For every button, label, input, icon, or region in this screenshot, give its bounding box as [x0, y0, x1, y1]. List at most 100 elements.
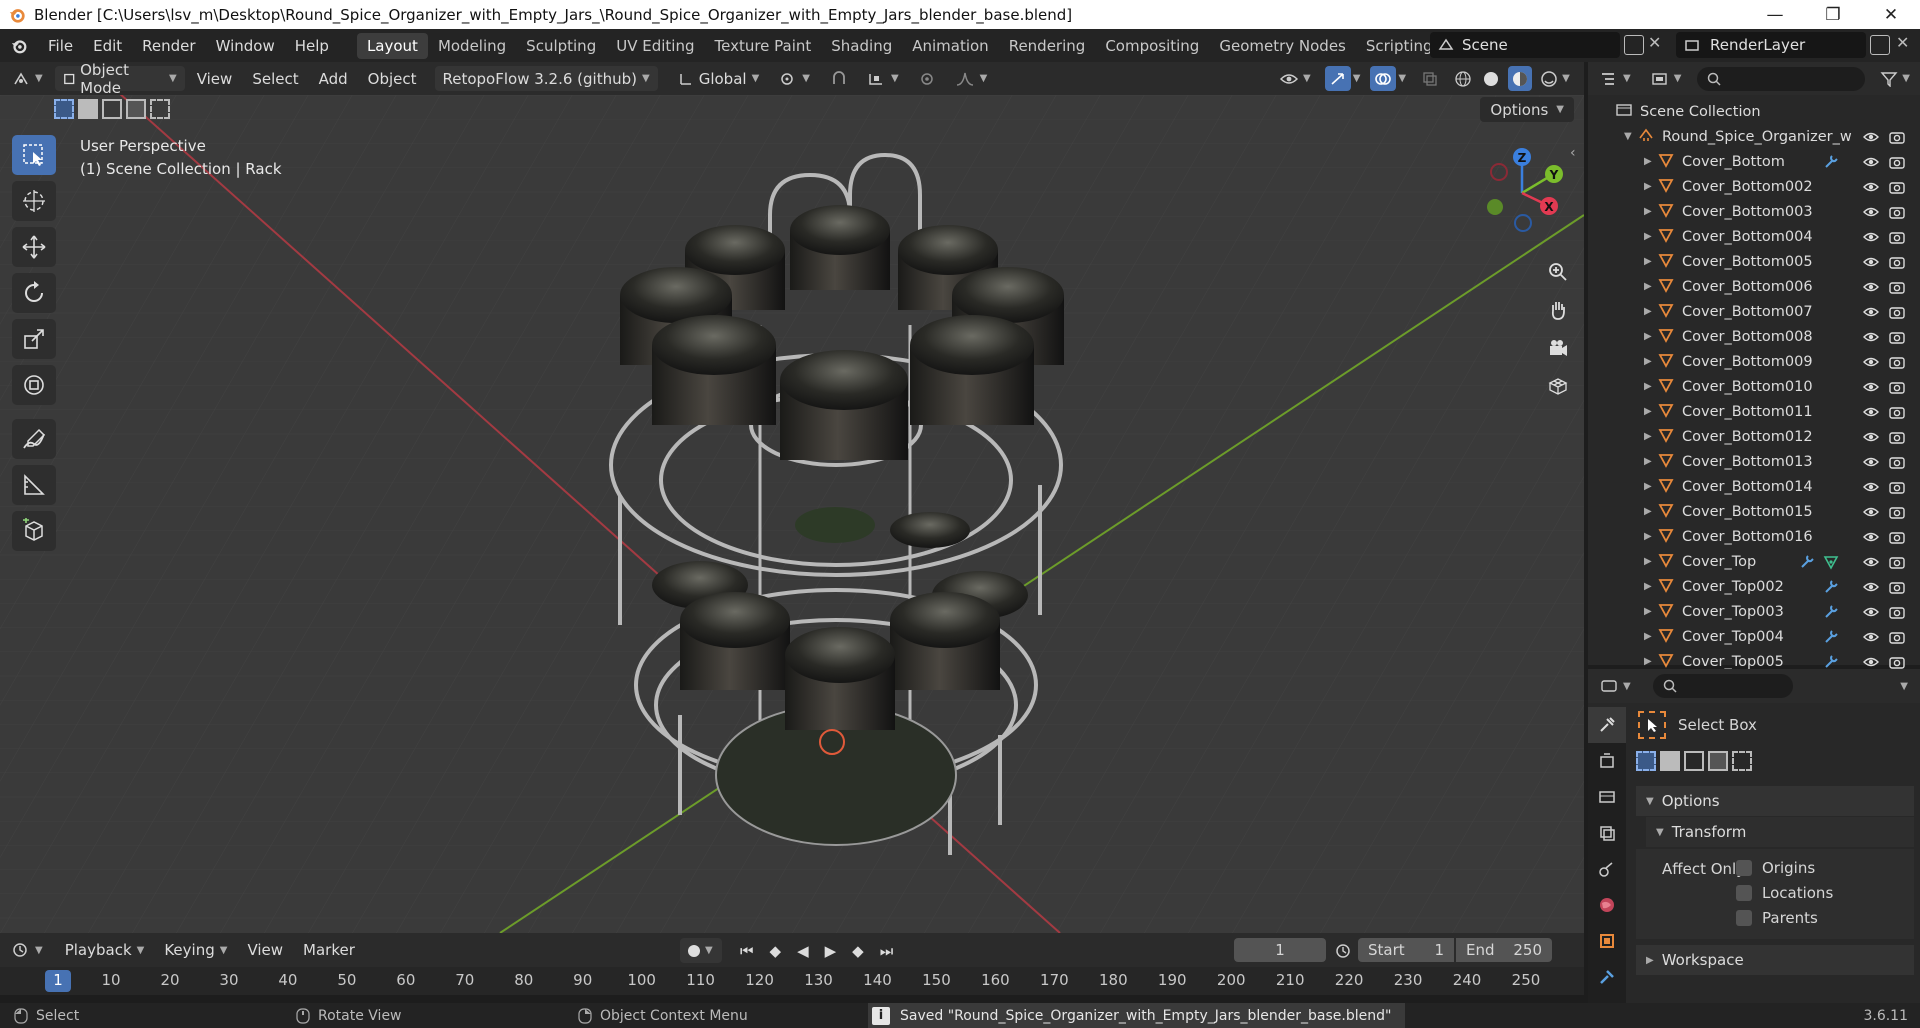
play-icon[interactable]: ▶: [821, 938, 841, 963]
outliner-object-row[interactable]: ▶ Cover_Bottom004: [1588, 224, 1920, 249]
camera-view-icon[interactable]: [1541, 331, 1575, 365]
tab-sculpting[interactable]: Sculpting: [516, 33, 606, 59]
visibility-eye-icon[interactable]: [1862, 431, 1880, 443]
play-reverse-icon[interactable]: ◀: [793, 938, 813, 963]
render-camera-icon[interactable]: [1888, 455, 1906, 469]
3d-viewport[interactable]: Options ▼ User Perspective (1) Scene Col…: [0, 95, 1584, 933]
render-camera-icon[interactable]: [1888, 605, 1906, 619]
outliner-object-row[interactable]: ▶ Cover_Top003: [1588, 599, 1920, 624]
new-scene-icon[interactable]: [1624, 35, 1644, 55]
visibility-eye-icon[interactable]: [1862, 231, 1880, 243]
outliner-object-row[interactable]: ▶ Cover_Bottom005: [1588, 249, 1920, 274]
scene-tab-icon[interactable]: [1588, 851, 1626, 887]
navigation-gizmo[interactable]: Z Y X: [1477, 145, 1567, 235]
shading-solid-icon[interactable]: [1480, 66, 1502, 91]
gizmo-dropdown-icon[interactable]: ▼: [1353, 73, 1361, 84]
row-expand-icon[interactable]: ▶: [1644, 506, 1658, 517]
blender-menu-icon[interactable]: [0, 37, 38, 55]
shading-wireframe-icon[interactable]: [1452, 66, 1474, 91]
row-expand-icon[interactable]: ▶: [1644, 231, 1658, 242]
xray-toggle-icon[interactable]: [1414, 66, 1446, 91]
visibility-eye-icon[interactable]: [1862, 381, 1880, 393]
tab-compositing[interactable]: Compositing: [1095, 33, 1209, 59]
tab-texture-paint[interactable]: Texture Paint: [704, 33, 821, 59]
move-tool[interactable]: [12, 227, 56, 267]
snap-target-icon[interactable]: ▼: [860, 66, 907, 91]
jump-end-icon[interactable]: ⏭: [876, 938, 898, 963]
row-expand-icon[interactable]: ▶: [1644, 306, 1658, 317]
row-expand-icon[interactable]: ▶: [1644, 606, 1658, 617]
annotate-tool[interactable]: [12, 419, 56, 459]
scale-tool[interactable]: [12, 319, 56, 359]
render-camera-icon[interactable]: [1888, 280, 1906, 294]
outliner-object-row[interactable]: ▶ Cover_Top002: [1588, 574, 1920, 599]
outliner-object-row[interactable]: ▶ Cover_Bottom007: [1588, 299, 1920, 324]
output-tab-icon[interactable]: [1588, 779, 1626, 815]
outliner-collection[interactable]: ▼ Round_Spice_Organizer_w: [1588, 124, 1920, 149]
visibility-eye-icon[interactable]: [1862, 481, 1880, 493]
render-camera-icon[interactable]: [1888, 330, 1906, 344]
maximize-button[interactable]: ❐: [1804, 0, 1862, 29]
mesh-data-icon[interactable]: [1822, 554, 1840, 570]
visibility-eye-icon[interactable]: [1862, 131, 1880, 143]
timeline-ruler[interactable]: 1 10 20 30 40 50 60 70 80 90 100 110 120 130 140 150 160…: [0, 967, 1584, 995]
outliner-object-row[interactable]: ▶ Cover_Bottom012: [1588, 424, 1920, 449]
select-box-tool[interactable]: [12, 135, 56, 175]
select-extend-icon[interactable]: [78, 99, 98, 119]
select-invert-icon[interactable]: [126, 99, 146, 119]
modifier-wrench-icon[interactable]: [1822, 604, 1840, 620]
visibility-eye-icon[interactable]: [1862, 631, 1880, 643]
menu-add[interactable]: Add: [311, 66, 356, 91]
menu-help[interactable]: Help: [285, 37, 339, 55]
pivot-point-icon[interactable]: ▼: [771, 66, 818, 91]
new-view-layer-icon[interactable]: [1870, 35, 1890, 55]
visibility-eye-icon[interactable]: [1862, 656, 1880, 668]
pan-hand-icon[interactable]: [1541, 293, 1575, 327]
snap-icon[interactable]: [822, 66, 856, 91]
viewport-options-button[interactable]: Options ▼: [1480, 97, 1574, 122]
tool-select-extend-icon[interactable]: [1660, 751, 1680, 771]
row-expand-icon[interactable]: ▶: [1644, 631, 1658, 642]
tab-shading[interactable]: Shading: [821, 33, 902, 59]
visibility-eye-icon[interactable]: [1862, 606, 1880, 618]
outliner-object-row[interactable]: ▶ Cover_Bottom002: [1588, 174, 1920, 199]
render-camera-icon[interactable]: [1888, 355, 1906, 369]
modifier-wrench-icon[interactable]: [1822, 629, 1840, 645]
remove-scene-icon[interactable]: ✕: [1648, 33, 1661, 52]
render-tab-icon[interactable]: [1588, 743, 1626, 779]
jump-keyframe-back-icon[interactable]: ◆: [766, 938, 786, 963]
shading-material-icon[interactable]: [1508, 66, 1533, 91]
tab-geometry-nodes[interactable]: Geometry Nodes: [1209, 33, 1356, 59]
row-expand-icon[interactable]: ▶: [1644, 406, 1658, 417]
menu-file[interactable]: File: [38, 37, 83, 55]
menu-object[interactable]: Object: [360, 66, 425, 91]
overlay-toggle-icon[interactable]: [1370, 66, 1397, 91]
outliner-object-row[interactable]: ▶ Cover_Bottom009: [1588, 349, 1920, 374]
jump-keyframe-forward-icon[interactable]: ◆: [848, 938, 868, 963]
visibility-eye-icon[interactable]: [1862, 506, 1880, 518]
preview-range-icon[interactable]: [1334, 941, 1352, 963]
outliner-object-row[interactable]: ▶ Cover_Top004: [1588, 624, 1920, 649]
locations-checkbox[interactable]: Locations: [1736, 884, 1833, 902]
proportional-falloff-icon[interactable]: ▼: [947, 66, 996, 91]
visibility-eye-icon[interactable]: [1862, 531, 1880, 543]
parents-checkbox[interactable]: Parents: [1736, 909, 1818, 927]
proportional-editing-icon[interactable]: [911, 66, 943, 91]
menu-window[interactable]: Window: [206, 37, 285, 55]
row-expand-icon[interactable]: ▶: [1644, 431, 1658, 442]
menu-timeline-view[interactable]: View: [239, 938, 291, 963]
render-camera-icon[interactable]: [1888, 180, 1906, 194]
modifier-wrench-icon[interactable]: [1822, 154, 1840, 170]
outliner-search-input[interactable]: [1697, 66, 1866, 91]
end-frame-field[interactable]: End 250: [1456, 938, 1552, 962]
row-expand-icon[interactable]: ▶: [1644, 156, 1658, 167]
row-expand-icon[interactable]: ▶: [1644, 206, 1658, 217]
current-frame-field[interactable]: 1: [1234, 938, 1326, 962]
render-camera-icon[interactable]: [1888, 480, 1906, 494]
visibility-eye-icon[interactable]: [1862, 306, 1880, 318]
tab-animation[interactable]: Animation: [902, 33, 998, 59]
transform-tool[interactable]: [12, 365, 56, 405]
cursor-tool[interactable]: [12, 181, 56, 221]
row-expand-icon[interactable]: ▶: [1644, 656, 1658, 667]
visibility-eye-icon[interactable]: [1862, 256, 1880, 268]
